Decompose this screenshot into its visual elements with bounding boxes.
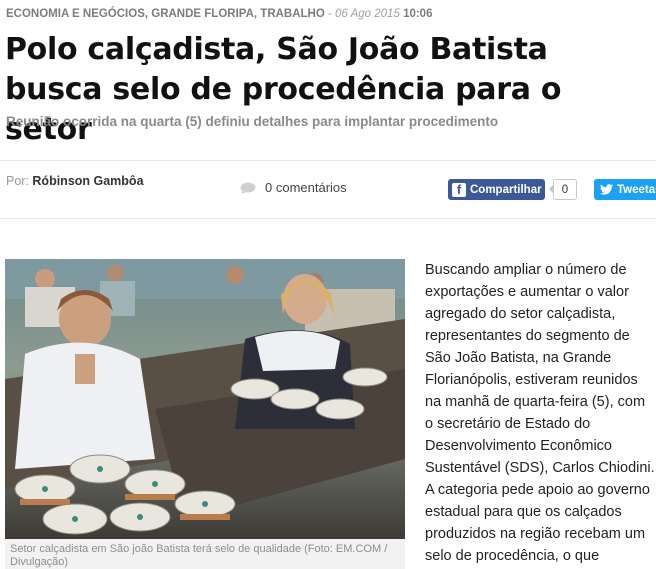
photo-caption: Setor calçadista em São joão Batista ter… <box>10 543 388 568</box>
facebook-share-count: 0 <box>549 179 577 200</box>
author-name[interactable]: Róbinson Gambôa <box>32 174 143 188</box>
body-line: o secretário de Estado do <box>425 416 591 432</box>
byline: Por: Róbinson Gambôa <box>6 174 144 188</box>
facebook-f-icon: f <box>452 182 466 197</box>
body-line: A categoria pede apoio ao governo <box>425 482 650 498</box>
body-line: Buscando ampliar o número de <box>425 262 627 278</box>
body-line: agregado do setor calçadista, <box>425 306 616 322</box>
comments-link[interactable]: 0 comentários <box>240 180 347 195</box>
article-headline: Polo calçadista, São João Batista busca … <box>5 32 562 147</box>
category-links[interactable]: ECONOMIA E NEGÓCIOS, GRANDE FLORIPA, TRA… <box>6 8 325 20</box>
article-subtitle: Reunião ocorrida na quarta (5) definiu d… <box>6 114 499 129</box>
body-line: na manhã de quarta-feira (5), com <box>425 394 646 410</box>
publish-date: 06 Ago 2015 <box>335 8 400 20</box>
article-meta: ECONOMIA E NEGÓCIOS, GRANDE FLORIPA, TRA… <box>6 8 432 20</box>
article-photo[interactable] <box>5 259 405 539</box>
body-line: selo de procedência, o que <box>425 548 600 564</box>
facebook-share-button[interactable]: f Compartilhar <box>448 179 545 200</box>
factory-photo-illustration <box>5 259 405 539</box>
twitter-share-button[interactable]: Tweetar <box>594 179 656 200</box>
twitter-bird-icon <box>600 184 613 195</box>
divider-top <box>0 160 656 161</box>
speech-bubble-icon <box>240 182 256 194</box>
publish-time: 10:06 <box>403 8 433 20</box>
body-line: produzidos na região recebam um <box>425 526 646 542</box>
body-line: Florianópolis, estiveram reunidos <box>425 372 638 388</box>
body-line: representantes do segmento de <box>425 328 630 344</box>
date-separator: - <box>324 8 336 20</box>
body-line: Sustentável (SDS), Carlos Chiodini. <box>425 460 655 476</box>
body-line: estadual para que os calçados <box>425 504 622 520</box>
body-line: Desenvolvimento Econômico <box>425 438 612 454</box>
facebook-share-label: Compartilhar <box>470 183 542 196</box>
twitter-share-label: Tweetar <box>617 183 656 196</box>
body-line: exportações e aumentar o valor <box>425 284 629 300</box>
byline-label: Por: <box>6 174 33 188</box>
comments-count[interactable]: 0 comentários <box>265 180 347 195</box>
body-line: São João Batista, na Grande <box>425 350 612 366</box>
divider-bottom <box>0 218 656 219</box>
article-body: Buscando ampliar o número de exportações… <box>425 259 656 567</box>
